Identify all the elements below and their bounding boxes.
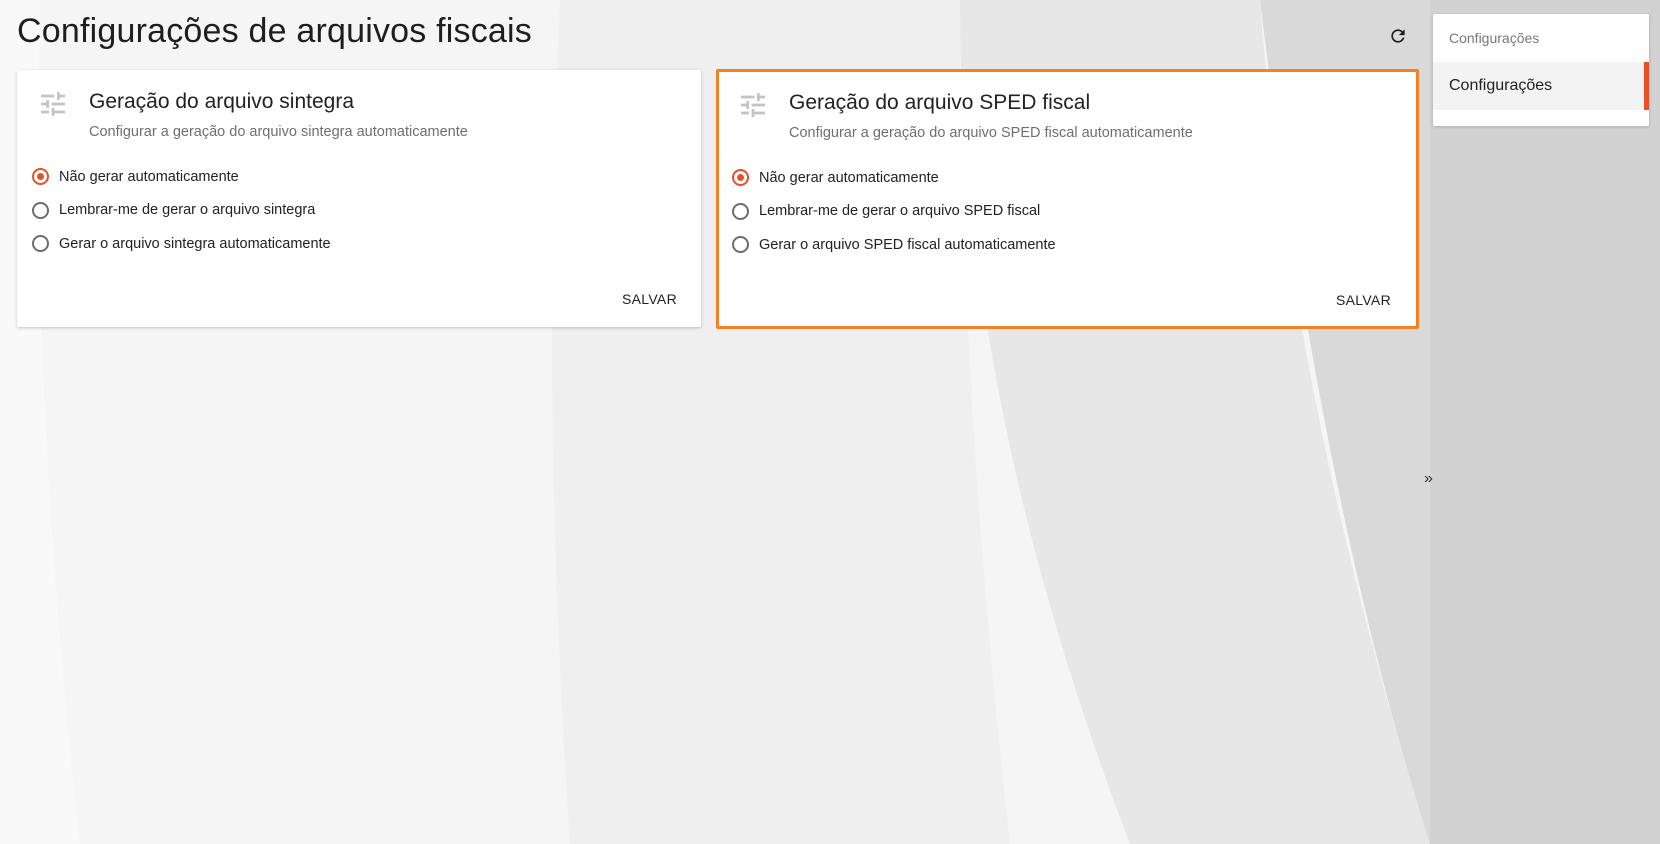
radio-selected-icon[interactable]	[32, 168, 49, 186]
radio-selected-icon[interactable]	[732, 169, 749, 187]
save-button[interactable]: SALVAR	[1332, 288, 1395, 312]
radio-unselected-icon[interactable]	[32, 201, 49, 219]
radio-option-nao-gerar[interactable]: Não gerar automaticamente	[32, 160, 331, 194]
sintegra-card: Geração do arquivo sintegra Configurar a…	[17, 70, 701, 327]
radio-label: Lembrar-me de gerar o arquivo sintegra	[59, 202, 316, 219]
card-subtitle: Configurar a geração do arquivo SPED fis…	[789, 125, 1193, 141]
radio-option-lembrar[interactable]: Lembrar-me de gerar o arquivo sintegra	[32, 194, 331, 228]
radio-unselected-icon[interactable]	[32, 235, 49, 253]
radio-option-gerar[interactable]: Gerar o arquivo SPED fiscal automaticame…	[732, 228, 1056, 262]
card-title: Geração do arquivo SPED fiscal	[789, 91, 1091, 114]
tune-icon	[741, 93, 765, 117]
side-panel: Configurações Configurações	[1433, 14, 1649, 126]
radio-option-gerar[interactable]: Gerar o arquivo sintegra automaticamente	[32, 227, 331, 261]
tune-icon	[41, 92, 65, 116]
card-title: Geração do arquivo sintegra	[89, 90, 354, 113]
radio-label: Não gerar automaticamente	[59, 168, 239, 185]
sintegra-options: Não gerar automaticamente Lembrar-me de …	[32, 160, 331, 261]
refresh-button[interactable]	[1384, 22, 1412, 50]
collapse-panel-button[interactable]: »	[1424, 470, 1433, 488]
radio-label: Gerar o arquivo sintegra automaticamente	[59, 235, 331, 252]
side-panel-header: Configurações	[1449, 30, 1540, 46]
radio-label: Lembrar-me de gerar o arquivo SPED fisca…	[759, 203, 1041, 220]
radio-label: Não gerar automaticamente	[759, 169, 939, 186]
refresh-icon	[1391, 29, 1405, 43]
radio-unselected-icon[interactable]	[732, 202, 749, 220]
radio-option-lembrar[interactable]: Lembrar-me de gerar o arquivo SPED fisca…	[732, 195, 1056, 229]
sped-options: Não gerar automaticamente Lembrar-me de …	[732, 161, 1056, 262]
sped-fiscal-card: Geração do arquivo SPED fiscal Configura…	[716, 69, 1419, 329]
side-panel-item-configuracoes[interactable]: Configurações	[1433, 62, 1649, 110]
radio-label: Gerar o arquivo SPED fiscal automaticame…	[759, 236, 1056, 253]
radio-unselected-icon[interactable]	[732, 236, 749, 254]
radio-option-nao-gerar[interactable]: Não gerar automaticamente	[732, 161, 1056, 195]
save-button[interactable]: SALVAR	[618, 287, 681, 311]
page-title: Configurações de arquivos fiscais	[17, 12, 532, 50]
card-subtitle: Configurar a geração do arquivo sintegra…	[89, 124, 468, 140]
